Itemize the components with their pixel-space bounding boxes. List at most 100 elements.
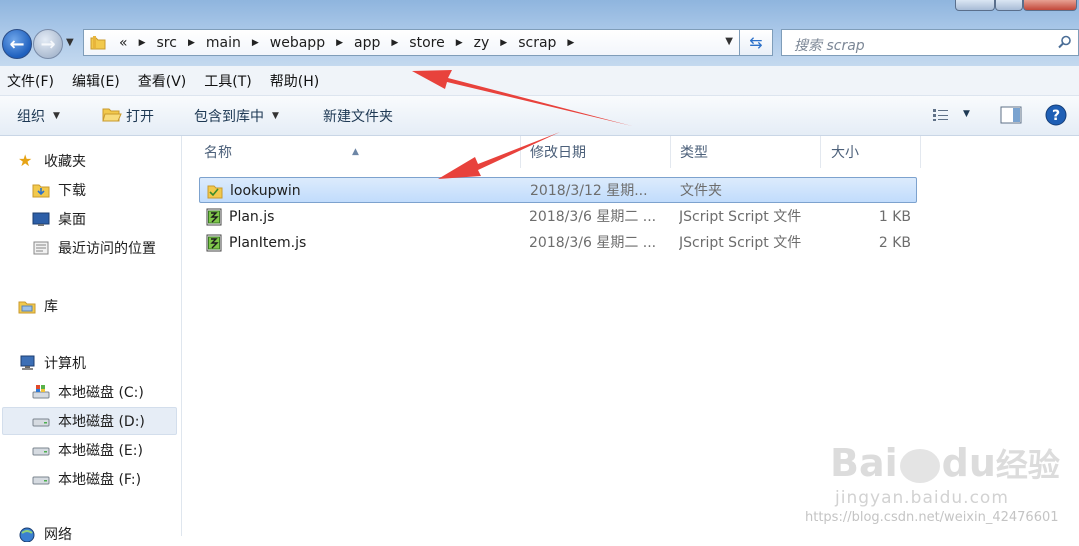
open-button[interactable]: 打开 bbox=[126, 106, 154, 126]
new-folder-label: 新建文件夹 bbox=[323, 109, 393, 125]
search-icon[interactable] bbox=[1058, 35, 1072, 49]
sidebar-item-desktop[interactable]: 桌面 bbox=[32, 207, 86, 231]
include-in-library-label: 包含到库中 bbox=[194, 109, 264, 125]
recent-locations-dropdown[interactable]: ▼ bbox=[66, 37, 74, 48]
watermark-brand: Bai bbox=[830, 441, 898, 485]
sidebar-item-drive-d[interactable]: 本地磁盘 (D:) bbox=[2, 407, 177, 435]
back-arrow-icon: ← bbox=[9, 33, 25, 55]
computer-icon bbox=[20, 355, 35, 370]
back-button[interactable]: ← bbox=[2, 29, 32, 59]
view-options-dropdown-icon[interactable]: ▼ bbox=[963, 109, 970, 119]
breadcrumb-separator-icon[interactable]: ▶ bbox=[385, 38, 404, 48]
breadcrumb-item[interactable]: store bbox=[404, 35, 449, 51]
menu-view[interactable]: 查看(V) bbox=[131, 71, 198, 91]
breadcrumb-separator-icon[interactable]: ▶ bbox=[246, 38, 265, 48]
breadcrumb-item[interactable]: webapp bbox=[265, 35, 330, 51]
hard-drive-icon bbox=[32, 447, 50, 456]
sidebar-network[interactable]: 网络 bbox=[18, 522, 72, 546]
file-modified: 2018/3/6 星期二 ... bbox=[529, 209, 657, 225]
file-modified: 2018/3/6 星期二 ... bbox=[529, 235, 657, 251]
network-icon bbox=[19, 527, 35, 542]
breadcrumb-separator-icon[interactable]: ▶ bbox=[330, 38, 349, 48]
folder-icon bbox=[207, 185, 223, 199]
sidebar-item-downloads[interactable]: 下载 bbox=[32, 178, 86, 202]
refresh-button[interactable]: ⇆ bbox=[740, 29, 773, 56]
column-size[interactable]: 大小 bbox=[821, 136, 921, 168]
file-row[interactable]: Plan.js 2018/3/6 星期二 ... JScript Script 文件… bbox=[199, 204, 917, 230]
breadcrumb-item[interactable]: src bbox=[152, 35, 182, 51]
file-type: JScript Script 文件 bbox=[679, 235, 802, 251]
close-button[interactable] bbox=[1023, 0, 1077, 11]
breadcrumb-separator-icon[interactable]: ▶ bbox=[182, 38, 201, 48]
breadcrumb-separator-icon[interactable]: ▶ bbox=[450, 38, 469, 48]
help-icon[interactable]: ? bbox=[1045, 104, 1067, 126]
hard-drive-icon bbox=[32, 418, 50, 427]
sidebar-item-drive-f[interactable]: 本地磁盘 (F:) bbox=[32, 467, 141, 491]
file-name: Plan.js bbox=[229, 209, 275, 225]
file-size: 2 KB bbox=[878, 235, 911, 251]
view-options-icon[interactable] bbox=[932, 108, 952, 122]
refresh-icon: ⇆ bbox=[749, 33, 763, 52]
watermark-logo: Bai du经验 bbox=[830, 440, 1060, 486]
breadcrumb-item[interactable]: scrap bbox=[513, 35, 561, 51]
forward-button[interactable]: → bbox=[33, 29, 63, 59]
desktop-icon bbox=[32, 212, 50, 226]
minimize-button[interactable] bbox=[955, 0, 995, 11]
file-name: lookupwin bbox=[230, 183, 301, 199]
recent-places-icon bbox=[33, 241, 49, 255]
sidebar-libraries[interactable]: 库 bbox=[18, 294, 58, 318]
system-drive-icon bbox=[32, 385, 50, 399]
sidebar-item-drive-c[interactable]: 本地磁盘 (C:) bbox=[32, 380, 144, 404]
open-label: 打开 bbox=[126, 109, 154, 125]
menu-edit[interactable]: 编辑(E) bbox=[65, 71, 131, 91]
column-size-label: 大小 bbox=[831, 145, 859, 161]
sidebar-item-label: 桌面 bbox=[58, 212, 86, 228]
navigation-pane: ★ 收藏夹 下载 桌面 最近访问的位置 库 计算机 本地磁盘 (C:) 本地磁盘… bbox=[0, 136, 182, 543]
sort-ascending-icon: ▲ bbox=[352, 147, 359, 157]
breadcrumb-separator-icon[interactable]: ▶ bbox=[133, 38, 152, 48]
svg-text:?: ? bbox=[1052, 108, 1060, 124]
menu-help[interactable]: 帮助(H) bbox=[263, 71, 330, 91]
organize-button[interactable]: 组织 ▼ bbox=[17, 106, 60, 126]
address-bar[interactable]: « ▶ src ▶ main ▶ webapp ▶ app ▶ store ▶ zy ▶ scrap ▶ ▼ bbox=[83, 29, 740, 56]
file-size: 1 KB bbox=[878, 209, 911, 225]
sidebar-item-drive-e[interactable]: 本地磁盘 (E:) bbox=[32, 438, 143, 462]
paw-icon bbox=[899, 448, 940, 483]
hard-drive-icon bbox=[32, 476, 50, 485]
breadcrumb-separator-icon[interactable]: ▶ bbox=[494, 38, 513, 48]
command-bar: 组织 ▼ 打开 包含到库中 ▼ 新建文件夹 ▼ ? bbox=[0, 96, 1079, 136]
maximize-button[interactable] bbox=[995, 0, 1023, 11]
jscript-file-icon bbox=[206, 208, 222, 226]
sidebar-item-label: 本地磁盘 (E:) bbox=[58, 443, 143, 459]
sidebar-computer-label: 计算机 bbox=[44, 356, 86, 372]
watermark-url: https://blog.csdn.net/weixin_42476601 bbox=[805, 510, 1059, 525]
search-box[interactable]: 搜索 scrap bbox=[781, 29, 1079, 56]
file-row[interactable]: lookupwin 2018/3/12 星期... 文件夹 bbox=[199, 177, 917, 203]
sidebar-computer[interactable]: 计算机 bbox=[18, 351, 86, 375]
column-name-label: 名称 bbox=[204, 145, 232, 161]
breadcrumb-item[interactable]: app bbox=[349, 35, 385, 51]
chevron-down-icon: ▼ bbox=[53, 111, 60, 121]
sidebar-item-label: 本地磁盘 (C:) bbox=[58, 385, 144, 401]
breadcrumb-overflow[interactable]: « bbox=[114, 35, 133, 51]
breadcrumb-item[interactable]: main bbox=[201, 35, 246, 51]
menu-bar: 文件(F) 编辑(E) 查看(V) 工具(T) 帮助(H) bbox=[0, 66, 1079, 96]
breadcrumb: « ▶ src ▶ main ▶ webapp ▶ app ▶ store ▶ zy ▶ scrap ▶ bbox=[114, 34, 580, 52]
breadcrumb-item[interactable]: zy bbox=[469, 35, 495, 51]
column-type-label: 类型 bbox=[680, 145, 708, 161]
search-input[interactable]: 搜索 scrap bbox=[794, 35, 865, 55]
include-in-library-button[interactable]: 包含到库中 ▼ bbox=[194, 106, 279, 126]
column-type[interactable]: 类型 bbox=[671, 136, 821, 168]
menu-tools[interactable]: 工具(T) bbox=[197, 71, 262, 91]
sidebar-favorites-label: 收藏夹 bbox=[44, 154, 86, 170]
sidebar-favorites[interactable]: ★ 收藏夹 bbox=[18, 149, 86, 173]
file-row[interactable]: PlanItem.js 2018/3/6 星期二 ... JScript Scrip… bbox=[199, 230, 917, 256]
breadcrumb-separator-icon[interactable]: ▶ bbox=[561, 38, 580, 48]
column-modified[interactable]: 修改日期 bbox=[515, 136, 671, 168]
address-dropdown-icon[interactable]: ▼ bbox=[725, 36, 733, 47]
sidebar-item-recent-places[interactable]: 最近访问的位置 bbox=[32, 236, 156, 260]
preview-pane-icon[interactable] bbox=[1000, 106, 1022, 124]
new-folder-button[interactable]: 新建文件夹 bbox=[323, 106, 393, 126]
menu-file[interactable]: 文件(F) bbox=[0, 71, 65, 91]
column-name[interactable]: 名称 ▲ bbox=[189, 136, 521, 168]
